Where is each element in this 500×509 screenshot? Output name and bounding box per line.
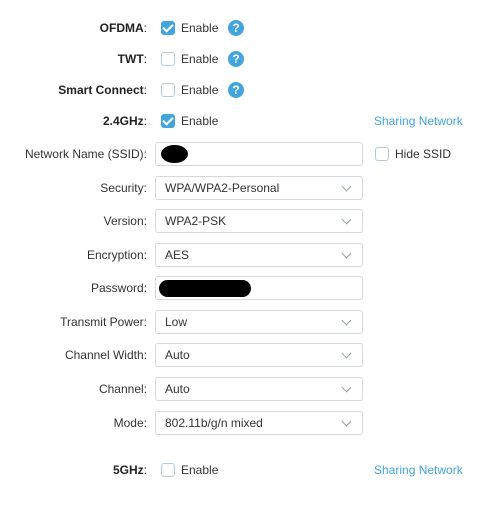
question-icon[interactable]: ?: [228, 20, 244, 36]
channel-row: Channel: Auto: [0, 377, 500, 401]
chevron-down-icon: [341, 416, 352, 427]
twt-row: TWT: Enable ?: [0, 47, 500, 71]
ofdma-label: OFDMA:: [99, 21, 147, 35]
redaction-mark: [161, 145, 188, 163]
redaction-mark: [159, 280, 251, 297]
mode-row: Mode: 802.11b/g/n mixed: [0, 411, 500, 435]
chevron-down-icon: [341, 214, 352, 225]
chevron-down-icon: [341, 181, 352, 192]
channel-select[interactable]: Auto: [155, 377, 363, 401]
twt-enable-checkbox[interactable]: [161, 52, 175, 66]
version-select[interactable]: WPA2-PSK: [155, 209, 363, 233]
band-5-row: 5GHz: Enable Sharing Network: [0, 458, 500, 482]
password-label: Password:: [90, 281, 147, 295]
smart-connect-enable-checkbox[interactable]: [161, 83, 175, 97]
transmit-power-value: Low: [165, 315, 188, 329]
band-5-sharing-network-link[interactable]: Sharing Network: [374, 458, 463, 482]
security-value: WPA/WPA2-Personal: [165, 181, 280, 195]
version-value: WPA2-PSK: [165, 214, 227, 228]
channel-label: Channel:: [98, 382, 147, 396]
ssid-row: Network Name (SSID): Hide SSID: [0, 142, 500, 166]
question-icon[interactable]: ?: [228, 51, 244, 67]
mode-select[interactable]: 802.11b/g/n mixed: [155, 411, 363, 435]
transmit-power-row: Transmit Power: Low: [0, 310, 500, 334]
smart-connect-row: Smart Connect: Enable ?: [0, 78, 500, 102]
band-24-sharing-network-link[interactable]: Sharing Network: [374, 109, 463, 133]
chevron-down-icon: [341, 248, 352, 259]
band-24-enable-label[interactable]: Enable: [181, 109, 218, 133]
question-icon[interactable]: ?: [228, 82, 244, 98]
security-row: Security: WPA/WPA2-Personal: [0, 176, 500, 200]
twt-enable-label[interactable]: Enable: [181, 47, 218, 71]
channel-width-row: Channel Width: Auto: [0, 343, 500, 367]
ssid-label: Network Name (SSID):: [24, 147, 147, 161]
password-row: Password:: [0, 276, 500, 300]
encryption-value: AES: [165, 248, 190, 262]
band-24-label: 2.4GHz:: [102, 114, 147, 128]
ofdma-enable-label[interactable]: Enable: [181, 16, 218, 40]
chevron-down-icon: [341, 315, 352, 326]
ofdma-enable-checkbox[interactable]: [161, 21, 175, 35]
smart-connect-label: Smart Connect:: [58, 83, 147, 97]
band-5-enable-label[interactable]: Enable: [181, 458, 218, 482]
encryption-row: Encryption: AES: [0, 243, 500, 267]
password-input[interactable]: [155, 276, 363, 300]
band-5-label: 5GHz:: [112, 463, 147, 477]
mode-label: Mode:: [113, 416, 147, 430]
mode-value: 802.11b/g/n mixed: [165, 416, 263, 430]
version-label: Version:: [103, 214, 147, 228]
ofdma-row: OFDMA: Enable ?: [0, 16, 500, 40]
channel-width-label: Channel Width:: [64, 348, 147, 362]
hide-ssid-checkbox[interactable]: [375, 147, 389, 161]
chevron-down-icon: [341, 348, 352, 359]
band-24-enable-checkbox[interactable]: [161, 114, 175, 128]
encryption-label: Encryption:: [86, 248, 147, 262]
smart-connect-enable-label[interactable]: Enable: [181, 78, 218, 102]
transmit-power-label: Transmit Power:: [60, 315, 147, 329]
chevron-down-icon: [341, 382, 352, 393]
hide-ssid-label[interactable]: Hide SSID: [395, 142, 451, 166]
twt-label: TWT:: [117, 52, 147, 66]
encryption-select[interactable]: AES: [155, 243, 363, 267]
band-5-enable-checkbox[interactable]: [161, 463, 175, 477]
security-label: Security:: [100, 181, 147, 195]
channel-width-value: Auto: [165, 348, 190, 362]
channel-value: Auto: [165, 382, 190, 396]
channel-width-select[interactable]: Auto: [155, 343, 363, 367]
security-select[interactable]: WPA/WPA2-Personal: [155, 176, 363, 200]
transmit-power-select[interactable]: Low: [155, 310, 363, 334]
version-row: Version: WPA2-PSK: [0, 209, 500, 233]
ssid-input[interactable]: [155, 142, 363, 166]
band-24-row: 2.4GHz: Enable Sharing Network: [0, 109, 500, 133]
